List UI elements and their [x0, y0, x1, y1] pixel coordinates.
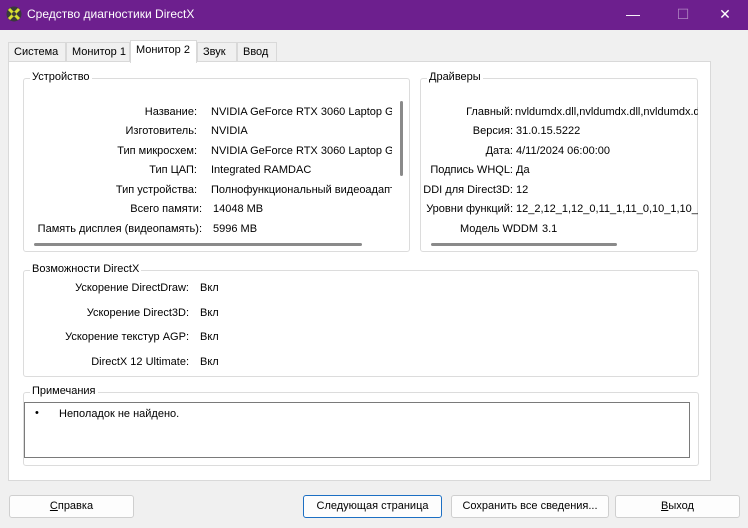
drivers-group-label: Драйверы [427, 71, 483, 83]
device-group-label: Устройство [30, 71, 92, 83]
close-button[interactable]: ✕ [702, 0, 748, 30]
next-page-button[interactable]: Следующая страница [303, 495, 442, 518]
agp-texture-acceleration-value: Вкл [200, 331, 219, 343]
notes-textbox[interactable]: • Неполадок не найдено. [24, 402, 690, 458]
directdraw-acceleration-value: Вкл [200, 282, 219, 294]
driver-version-value[interactable]: 31.0.15.5222 [516, 125, 698, 137]
directx-features-group-label: Возможности DirectX [30, 263, 142, 275]
help-button-label: правка [57, 500, 94, 512]
exit-button-label: ыход [668, 500, 694, 512]
device-manufacturer-key: Изготовитель: [125, 125, 198, 137]
device-display-memory-value[interactable]: 5996 MB [213, 223, 392, 235]
driver-wddm-value[interactable]: 3.1 [542, 223, 642, 235]
device-chip-type-key: Тип микросхем: [117, 145, 197, 157]
device-type-key: Тип устройства: [115, 184, 197, 196]
window-title: Средство диагностики DirectX [27, 7, 195, 21]
notes-text: Неполадок не найдено. [59, 408, 180, 420]
device-vertical-scrollbar[interactable] [400, 101, 403, 176]
driver-feature-levels-key: Уровни функций: [426, 203, 513, 215]
device-chip-type-value[interactable]: NVIDIA GeForce RTX 3060 Laptop GPU [211, 145, 392, 157]
driver-feature-levels-value[interactable]: 12_2,12_1,12_0,11_1,11_0,10_1,10_0 [516, 203, 698, 215]
driver-whql-value[interactable]: Да [516, 164, 698, 176]
driver-ddi-value[interactable]: 12 [516, 184, 698, 196]
agp-texture-acceleration-key: Ускорение текстур AGP: [65, 331, 189, 343]
driver-date-key: Дата: [485, 145, 513, 157]
drivers-horizontal-scrollbar[interactable] [431, 243, 617, 246]
minimize-button[interactable]: — [610, 0, 656, 30]
tab-system[interactable]: Система [8, 42, 66, 62]
notes-group-label: Примечания [30, 385, 98, 397]
device-dac-type-value[interactable]: Integrated RAMDAC [211, 164, 392, 176]
driver-whql-key: Подпись WHQL: [430, 164, 513, 176]
device-name-key: Название: [144, 106, 197, 118]
driver-wddm-key: Модель WDDM [460, 223, 538, 235]
device-dac-type-key: Тип ЦАП: [149, 164, 197, 176]
save-all-button[interactable]: Сохранить все сведения... [451, 495, 609, 518]
directx12-ultimate-key: DirectX 12 Ultimate: [91, 356, 189, 368]
direct3d-acceleration-key: Ускорение Direct3D: [86, 307, 189, 319]
driver-main-value[interactable]: nvldumdx.dll,nvldumdx.dll,nvldumdx.dll [515, 106, 698, 118]
maximize-button[interactable]: ☐ [660, 0, 706, 30]
directdraw-acceleration-key: Ускорение DirectDraw: [75, 282, 189, 294]
device-horizontal-scrollbar[interactable] [34, 243, 362, 246]
directx12-ultimate-value: Вкл [200, 356, 219, 368]
driver-ddi-key: DDI для Direct3D: [423, 184, 513, 196]
direct3d-acceleration-value: Вкл [200, 307, 219, 319]
device-total-memory-value[interactable]: 14048 MB [213, 203, 392, 215]
directx-icon [6, 6, 22, 22]
driver-date-value[interactable]: 4/11/2024 06:00:00 [516, 145, 698, 157]
device-manufacturer-value[interactable]: NVIDIA [211, 125, 392, 137]
exit-button[interactable]: Выход [615, 495, 740, 518]
device-type-value[interactable]: Полнофункциональный видеоадаптер [211, 184, 392, 196]
tab-sound[interactable]: Звук [197, 42, 237, 62]
device-name-value[interactable]: NVIDIA GeForce RTX 3060 Laptop GPU [211, 106, 392, 118]
driver-main-key: Главный: [466, 106, 513, 118]
tab-monitor-2[interactable]: Монитор 2 [130, 40, 197, 63]
help-button-mnemonic: С [49, 500, 58, 512]
tab-input[interactable]: Ввод [237, 42, 277, 62]
device-total-memory-key: Всего памяти: [130, 203, 202, 215]
title-bar: Средство диагностики DirectX — ☐ ✕ [0, 0, 748, 30]
tab-monitor-1[interactable]: Монитор 1 [66, 42, 130, 62]
device-display-memory-key: Память дисплея (видеопамять): [37, 223, 202, 235]
driver-version-key: Версия: [472, 125, 513, 137]
help-button[interactable]: Справка [9, 495, 134, 518]
notes-bullet: • [35, 407, 39, 419]
